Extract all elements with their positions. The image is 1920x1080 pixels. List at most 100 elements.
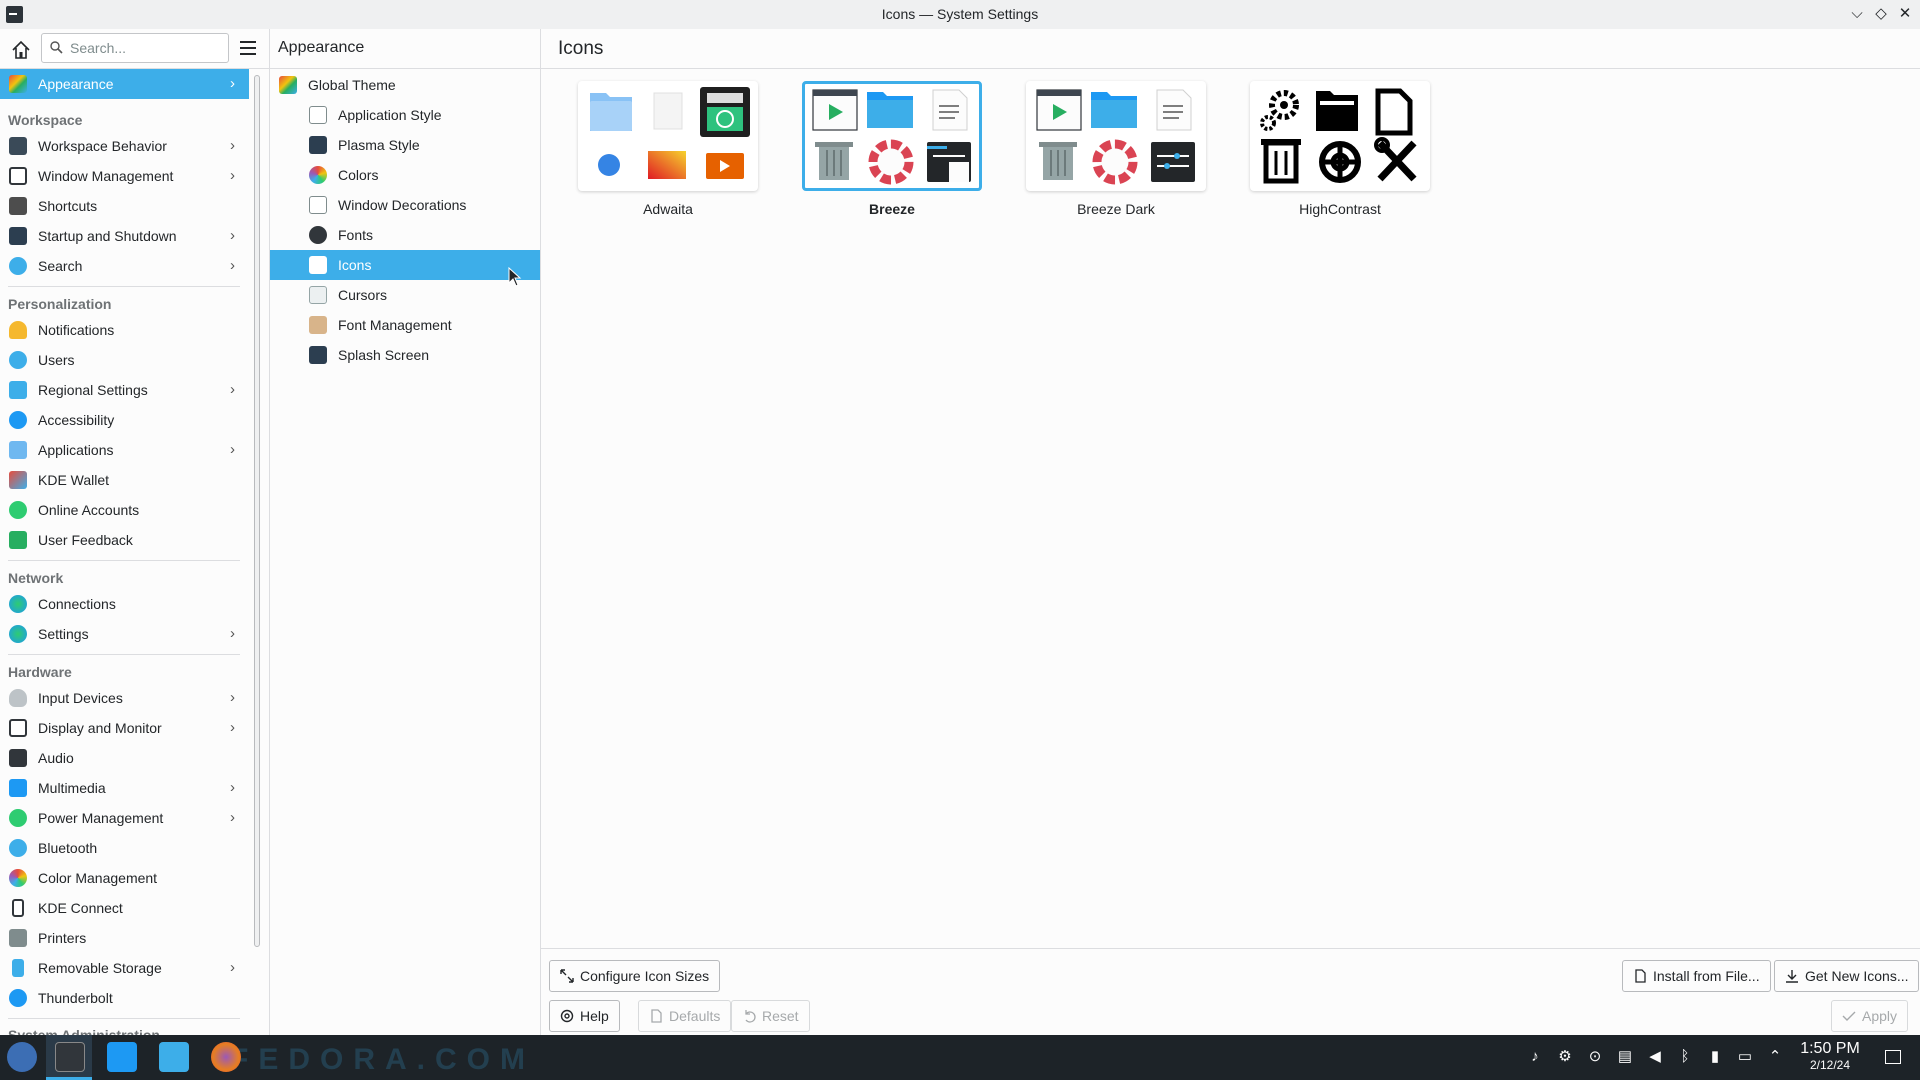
sidebar-item-startup-shutdown[interactable]: Startup and Shutdown › [0, 221, 249, 251]
sidebar-item-input-devices[interactable]: Input Devices › [0, 683, 249, 713]
category-item-global-theme[interactable]: Global Theme [270, 70, 540, 100]
dolphin-task-icon[interactable] [159, 1042, 189, 1072]
search-input[interactable] [68, 39, 218, 57]
minimize-icon[interactable]: ⌵ [1847, 4, 1867, 24]
sidebar-item-power-management[interactable]: Power Management › [0, 803, 249, 833]
search-field[interactable] [41, 33, 229, 63]
sidebar-scrollbar[interactable] [254, 75, 260, 947]
category-item-cursors[interactable]: Cursors [270, 280, 540, 310]
category-item-splash-screen[interactable]: Splash Screen [270, 340, 540, 370]
sidebar-item-printers[interactable]: Printers [0, 923, 249, 953]
sidebar-item-network-settings[interactable]: Settings › [0, 619, 249, 649]
network-tray-icon[interactable]: ▭ [1736, 1048, 1754, 1066]
category-item-icons[interactable]: Icons [270, 250, 540, 287]
undo-icon [745, 1010, 756, 1023]
chevron-right-icon: › [230, 625, 235, 642]
reset-button[interactable]: Reset [731, 1000, 810, 1032]
window-title: Icons — System Settings [881, 6, 1039, 22]
notification-tray-icon[interactable]: ♪ [1526, 1048, 1544, 1066]
sidebar-item-kde-wallet[interactable]: KDE Wallet [0, 465, 249, 495]
sidebar-item-shortcuts[interactable]: Shortcuts [0, 191, 249, 221]
tray-expand-icon[interactable]: ⌃ [1766, 1048, 1784, 1066]
show-desktop-icon[interactable] [1885, 1050, 1901, 1064]
firefox-task-icon[interactable] [211, 1042, 241, 1072]
sidebar-item-applications[interactable]: Applications › [0, 435, 249, 465]
theme-card-highcontrast[interactable]: HighContrast [1250, 81, 1430, 217]
color-management-icon [9, 869, 27, 887]
category-item-colors[interactable]: Colors [270, 160, 540, 190]
sidebar-item-audio[interactable]: Audio [0, 743, 249, 773]
breeze-dark-preview-icons [1036, 89, 1195, 185]
applications-icon [9, 441, 27, 459]
multimedia-icon [9, 779, 27, 797]
window-body: Appearance › Workspace Workspace Behavio… [0, 29, 1920, 1035]
clock[interactable]: 1:50 PM 2/12/24 [1795, 1040, 1865, 1072]
system-settings-task-icon[interactable] [55, 1042, 85, 1072]
category-item-window-decorations[interactable]: Window Decorations [270, 190, 540, 220]
sidebar-item-connections[interactable]: Connections [0, 589, 249, 619]
get-new-icons-button[interactable]: Get New Icons... [1774, 960, 1920, 992]
home-icon[interactable] [10, 39, 32, 61]
theme-card-breeze-dark[interactable]: Breeze Dark [1026, 81, 1206, 217]
volume-tray-icon[interactable]: ◀ [1646, 1048, 1664, 1066]
chevron-right-icon: › [230, 441, 235, 458]
bluetooth-tray-icon[interactable]: ᛒ [1676, 1048, 1694, 1066]
install-from-file-button[interactable]: Install from File... [1622, 960, 1771, 992]
splash-screen-icon [309, 346, 327, 364]
apply-button[interactable]: Apply [1831, 1000, 1909, 1032]
sidebar-item-bluetooth[interactable]: Bluetooth [0, 833, 249, 863]
hamburger-menu-icon[interactable] [240, 41, 256, 55]
fedora-launcher-icon[interactable] [7, 1042, 37, 1072]
sidebar-item-multimedia[interactable]: Multimedia › [0, 773, 249, 803]
sidebar-item-thunderbolt[interactable]: Thunderbolt [0, 983, 249, 1013]
sidebar-item-appearance[interactable]: Appearance › [0, 69, 249, 99]
kde-connect-tray-icon[interactable]: ⚙ [1556, 1048, 1574, 1066]
theme-preview [1026, 81, 1206, 191]
updates-tray-icon[interactable]: ⊙ [1586, 1048, 1604, 1066]
category-item-application-style[interactable]: Application Style [270, 100, 540, 130]
maximize-icon[interactable]: ◇ [1871, 4, 1891, 24]
sidebar-item-display-monitor[interactable]: Display and Monitor › [0, 713, 249, 743]
adwaita-preview-icons [590, 87, 750, 179]
defaults-button[interactable]: Defaults [638, 1000, 732, 1032]
category-item-font-management[interactable]: Font Management [270, 310, 540, 340]
clipboard-tray-icon[interactable]: ▤ [1616, 1048, 1634, 1066]
help-button[interactable]: Help [549, 1000, 620, 1032]
discover-task-icon[interactable] [107, 1042, 137, 1072]
sidebar-item-search[interactable]: Search › [0, 251, 249, 281]
category-item-fonts[interactable]: Fonts [270, 220, 540, 250]
sidebar-item-removable-storage[interactable]: Removable Storage › [0, 953, 249, 983]
icons-icon [309, 256, 327, 274]
sidebar-item-accessibility[interactable]: Accessibility [0, 405, 249, 435]
sidebar-item-online-accounts[interactable]: Online Accounts [0, 495, 249, 525]
divider [8, 654, 240, 655]
close-icon[interactable]: ✕ [1895, 4, 1915, 24]
section-personalization: Personalization [8, 296, 112, 312]
sidebar-item-users[interactable]: Users [0, 345, 249, 375]
chevron-right-icon: › [230, 779, 235, 796]
section-hardware: Hardware [8, 664, 72, 680]
sidebar-item-user-feedback[interactable]: User Feedback [0, 525, 249, 555]
startup-shutdown-icon [9, 227, 27, 245]
sidebar-item-color-management[interactable]: Color Management [0, 863, 249, 893]
application-style-icon [309, 106, 327, 124]
theme-name: HighContrast [1299, 201, 1381, 217]
content-header: Icons [541, 29, 1920, 69]
sidebar-item-notifications[interactable]: Notifications [0, 315, 249, 345]
sidebar-item-kde-connect[interactable]: KDE Connect [0, 893, 249, 923]
page-title: Icons [558, 38, 604, 59]
clock-date: 2/12/24 [1809, 1058, 1851, 1072]
section-workspace: Workspace [8, 112, 83, 128]
sidebar-item-workspace-behavior[interactable]: Workspace Behavior › [0, 131, 249, 161]
title-bar: Icons — System Settings ⌵ ◇ ✕ [0, 0, 1920, 29]
thunderbolt-icon [9, 989, 27, 1007]
cursors-icon [309, 286, 327, 304]
sidebar-item-regional-settings[interactable]: Regional Settings › [0, 375, 249, 405]
theme-card-adwaita[interactable]: Adwaita [578, 81, 758, 217]
battery-tray-icon[interactable]: ▮ [1706, 1048, 1724, 1066]
sidebar-item-window-management[interactable]: Window Management › [0, 161, 249, 191]
category-item-plasma-style[interactable]: Plasma Style [270, 130, 540, 160]
theme-card-breeze[interactable]: Breeze [802, 81, 982, 217]
monitor-icon [9, 719, 27, 737]
configure-icon-sizes-button[interactable]: Configure Icon Sizes [549, 960, 721, 992]
